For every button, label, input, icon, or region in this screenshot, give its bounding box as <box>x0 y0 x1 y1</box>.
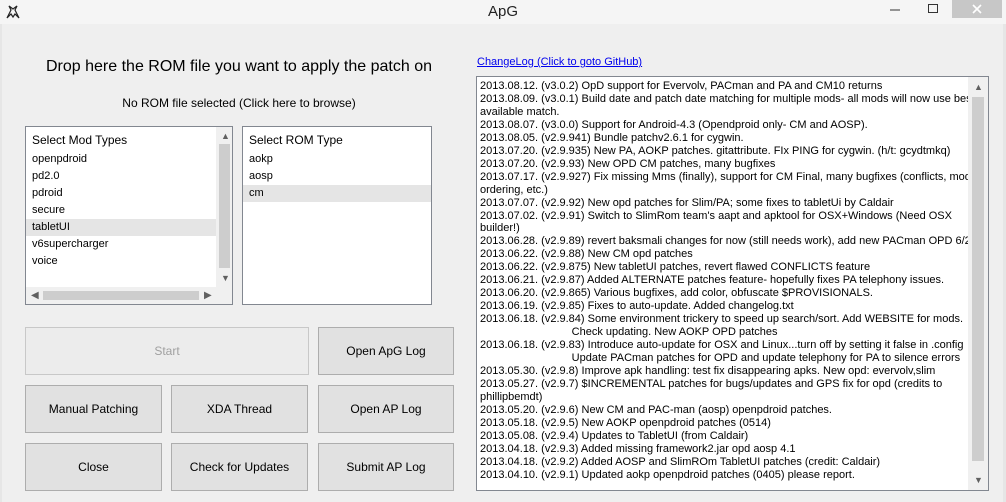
window-title: ApG <box>487 3 518 20</box>
mod-types-listbox[interactable]: Select Mod Types openpdroid pd2.0 pdroid… <box>25 126 233 305</box>
open-ap-log-button[interactable]: Open AP Log <box>318 385 454 433</box>
changelog-line: ordering, etc.) <box>480 183 548 196</box>
changelog-line: 2013.08.09. (v3.0.1) Build date and patc… <box>480 92 975 105</box>
xda-thread-button[interactable]: XDA Thread <box>171 385 308 433</box>
mod-type-item[interactable]: pd2.0 <box>26 168 232 185</box>
rom-types-listbox[interactable]: Select ROM Type aokp aosp cm <box>242 126 432 305</box>
changelog-line: 2013.07.07. (v2.9.92) New opd patches fo… <box>480 196 894 209</box>
drop-zone-title[interactable]: Drop here the ROM file you want to apply… <box>24 58 454 76</box>
changelog-line: 2013.07.17. (v2.9.927) Fix missing Mms (… <box>480 170 971 183</box>
scroll-thumb[interactable] <box>972 97 984 461</box>
mod-type-item[interactable]: openpdroid <box>26 151 232 168</box>
changelog-line: 2013.05.18. (v2.9.5) New AOKP openpdroid… <box>480 416 771 429</box>
title-bar: ApG <box>0 0 1006 24</box>
changelog-line: 2013.06.18. (v2.9.84) Some environment t… <box>480 313 964 326</box>
changelog-line: 2013.05.20. (v2.9.6) New CM and PAC-man … <box>480 403 832 416</box>
changelog-lines: 2013.08.12. (v3.0.2) OpD support for Eve… <box>480 80 977 482</box>
changelog-line: 2013.05.30. (v2.9.8) Improve apk handlin… <box>480 364 936 377</box>
check-for-updates-button[interactable]: Check for Updates <box>171 443 308 491</box>
changelog-line: 2013.06.19. (v2.9.85) Fixes to auto-upda… <box>480 300 794 313</box>
close-window-button[interactable] <box>952 0 1002 18</box>
changelog-line: 2013.06.28. (v2.9.89) revert baksmali ch… <box>480 235 977 248</box>
scroll-right-icon[interactable]: ▶ <box>204 290 212 301</box>
rom-type-item-selected[interactable]: cm <box>243 185 431 202</box>
scroll-thumb[interactable] <box>43 291 199 300</box>
changelog-line: available match. <box>480 105 560 118</box>
mod-type-item[interactable]: v6supercharger <box>26 236 232 253</box>
open-apg-log-button[interactable]: Open ApG Log <box>318 327 454 375</box>
changelog-line: 2013.06.20. (v2.9.865) Various bugfixes,… <box>480 287 873 300</box>
scroll-thumb[interactable] <box>219 144 230 268</box>
scroll-left-icon[interactable]: ◀ <box>31 290 39 301</box>
rom-type-item[interactable]: aosp <box>243 168 431 185</box>
scroll-down-icon[interactable]: ▼ <box>974 475 983 485</box>
submit-ap-log-button[interactable]: Submit AP Log <box>318 443 454 491</box>
changelog-textbox[interactable]: 2013.08.12. (v3.0.2) OpD support for Eve… <box>476 76 989 491</box>
changelog-line: 2013.08.05. (v2.9.941) Bundle patchv2.6.… <box>480 131 744 144</box>
maximize-icon <box>928 4 938 13</box>
minimize-icon <box>890 9 900 11</box>
minimize-button[interactable] <box>876 0 914 18</box>
mod-type-item[interactable]: pdroid <box>26 185 232 202</box>
changelog-line: Check updating. New AOKP OPD patches <box>480 326 778 339</box>
manual-patching-button[interactable]: Manual Patching <box>25 385 162 433</box>
changelog-line: 2013.08.12. (v3.0.2) OpD support for Eve… <box>480 80 883 92</box>
mod-types-vertical-scrollbar[interactable]: ▲ ▼ <box>216 127 232 287</box>
mod-type-item[interactable]: voice <box>26 253 232 270</box>
rom-types-header: Select ROM Type <box>249 133 343 147</box>
changelog-line: 2013.07.20. (v2.9.93) New OPD CM patches… <box>480 157 776 170</box>
changelog-line: 2013.06.18. (v2.9.83) Introduce auto-upd… <box>480 339 964 352</box>
start-button[interactable]: Start <box>25 327 309 375</box>
changelog-vertical-scrollbar[interactable]: ▲ ▼ <box>968 77 988 490</box>
changelog-line: 2013.06.22. (v2.9.875) New tabletUI patc… <box>480 261 871 274</box>
changelog-line: 2013.07.20. (v2.9.935) New PA, AOKP patc… <box>480 144 951 157</box>
changelog-line: 2013.07.02. (v2.9.91) Switch to SlimRom … <box>480 209 952 222</box>
window-frame-left <box>0 24 2 502</box>
changelog-line: 2013.08.07. (v3.0.0) Support for Android… <box>480 118 868 131</box>
close-button[interactable]: Close <box>25 443 162 491</box>
changelog-line: phillipbemdt) <box>480 390 543 403</box>
changelog-line: 2013.04.18. (v2.9.2) Added AOSP and Slim… <box>480 455 881 468</box>
mod-types-header: Select Mod Types <box>32 133 128 147</box>
rom-file-status-link[interactable]: No ROM file selected (Click here to brow… <box>24 96 454 110</box>
changelog-line: 2013.06.21. (v2.9.87) Added ALTERNATE pa… <box>480 274 945 287</box>
scroll-up-icon[interactable]: ▲ <box>974 82 983 92</box>
scroll-up-icon[interactable]: ▲ <box>221 131 230 141</box>
maximize-button[interactable] <box>914 0 952 18</box>
changelog-github-link[interactable]: ChangeLog (Click to goto GitHub) <box>477 56 642 68</box>
changelog-line: 2013.05.27. (v2.9.7) $INCREMENTAL patche… <box>480 377 943 390</box>
mod-types-horizontal-scrollbar[interactable]: ◀ ▶ <box>26 287 216 304</box>
changelog-line: 2013.04.10. (v2.9.1) Updated aokp openpd… <box>480 468 855 481</box>
rom-type-item[interactable]: aokp <box>243 151 431 168</box>
scrollbar-corner <box>216 287 232 304</box>
changelog-line: 2013.06.22. (v2.9.88) New CM opd patches <box>480 248 693 261</box>
scroll-down-icon[interactable]: ▼ <box>221 273 230 283</box>
changelog-line: builder!) <box>480 222 520 235</box>
mod-type-item[interactable]: secure <box>26 202 232 219</box>
close-icon <box>972 4 982 14</box>
changelog-line: Update PACman patches for OPD and update… <box>480 352 961 365</box>
mod-type-item-selected[interactable]: tabletUI <box>26 219 232 236</box>
changelog-line: 2013.05.08. (v2.9.4) Updates to TabletUI… <box>480 429 749 442</box>
changelog-line: 2013.04.18. (v2.9.3) Added missing frame… <box>480 442 796 455</box>
